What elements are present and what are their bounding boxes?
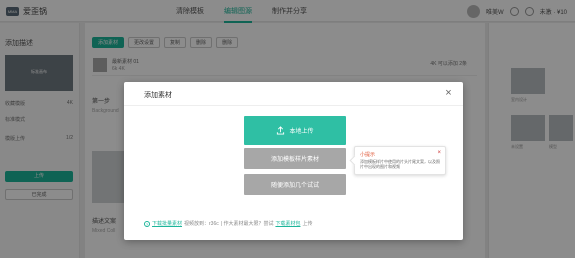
- add-template-material-button[interactable]: 添加模板样片素材: [244, 148, 346, 169]
- dialog-header: 添加素材 ×: [124, 82, 463, 106]
- tip-title: 小提示: [360, 152, 376, 158]
- close-icon[interactable]: ×: [442, 87, 455, 100]
- add-material-dialog: 添加素材 × 本地上传 添加模板样片素材 随便添加几个试试 小提示 添加模板样片…: [124, 82, 463, 240]
- upload-label: 本地上传: [289, 129, 314, 135]
- upload-icon: [277, 126, 285, 135]
- help-icon[interactable]: ?: [144, 220, 150, 227]
- try-add-button[interactable]: 随便添加几个试试: [244, 174, 346, 195]
- footer-text: 上传: [302, 221, 313, 227]
- dialog-title: 添加素材: [144, 92, 172, 99]
- tip-text: 添加模板样片中使用的片头片尾文案，以及照片中出现的图片和视频: [360, 159, 440, 169]
- tip-close-icon[interactable]: ×: [437, 150, 441, 156]
- local-upload-button[interactable]: 本地上传: [244, 116, 346, 145]
- download-pack-link[interactable]: 下载素材包: [275, 220, 300, 227]
- tip-popover: 小提示 添加模板样片中使用的片头片尾文案，以及照片中出现的图片和视频 ×: [354, 146, 446, 175]
- footer-text: | 作大素材最大限？尝试: [220, 221, 274, 227]
- footer-text: 视频放到：r36c: [184, 221, 219, 227]
- dialog-footer: ? 下载批量素材 视频放到：r36c | 作大素材最大限？尝试 下载素材包 上传: [144, 220, 312, 227]
- batch-download-link[interactable]: 下载批量素材: [152, 220, 182, 227]
